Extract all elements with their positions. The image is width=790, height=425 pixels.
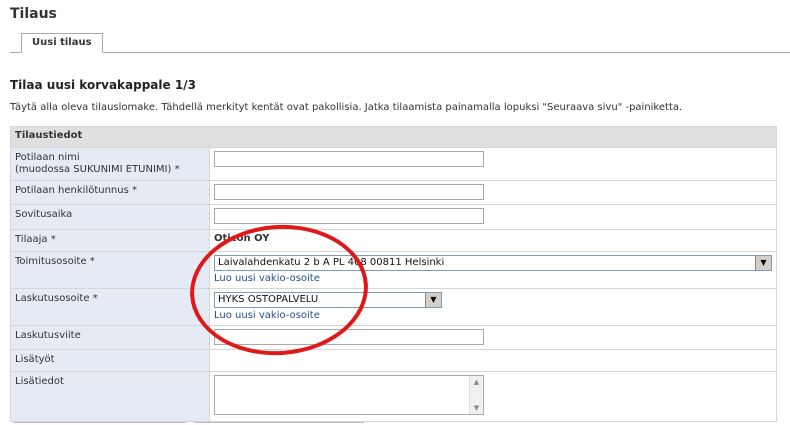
patient-name-label-line2: (muodossa SUKUNIMI ETUNIMI) *: [15, 164, 180, 175]
create-billing-address-link[interactable]: Luo uusi vakio-osoite: [214, 310, 772, 321]
page-title: Tilaus: [10, 6, 57, 22]
billing-address-select[interactable]: HYKS OSTOPALVELU ▼: [214, 292, 442, 308]
billing-address-label: Laskutusosoite *: [10, 288, 210, 326]
extra-info-label: Lisätiedot: [10, 371, 210, 422]
form-title: Tilaa uusi korvakappale 1/3: [10, 78, 196, 92]
patient-id-label: Potilaan henkilötunnus *: [10, 180, 210, 205]
extra-info-textarea[interactable]: ▲ ▼: [214, 375, 484, 415]
patient-name-label-line1: Potilaan nimi: [15, 152, 80, 163]
orderer-label: Tilaaja *: [10, 229, 210, 252]
scroll-down-icon[interactable]: ▼: [470, 404, 483, 412]
chevron-down-icon[interactable]: ▼: [425, 293, 441, 307]
order-details-header: Tilaustiedot: [10, 126, 777, 148]
bottom-divider: [14, 422, 186, 423]
delivery-address-select[interactable]: Laivalahdenkatu 2 b A PL 408 00811 Helsi…: [214, 255, 772, 271]
fitting-time-input[interactable]: [214, 208, 484, 224]
patient-id-input[interactable]: [214, 184, 484, 200]
scroll-up-icon[interactable]: ▲: [470, 378, 483, 386]
billing-reference-label: Laskutusviite: [10, 325, 210, 350]
patient-name-input[interactable]: [214, 151, 484, 167]
billing-address-selected: HYKS OSTOPALVELU: [218, 294, 319, 305]
extra-work-value: [209, 349, 777, 372]
order-form-table: Tilaustiedot Potilaan nimi (muodossa SUK…: [10, 126, 777, 422]
fitting-time-label: Sovitusaika: [10, 204, 210, 230]
patient-name-label: Potilaan nimi (muodossa SUKUNIMI ETUNIMI…: [10, 147, 210, 181]
billing-reference-input[interactable]: [214, 329, 484, 345]
tab-new-order[interactable]: Uusi tilaus: [21, 33, 103, 53]
delivery-address-label: Toimitusosoite *: [10, 251, 210, 289]
bottom-divider: [194, 422, 364, 423]
extra-work-label: Lisätyöt: [10, 349, 210, 372]
chevron-down-icon[interactable]: ▼: [755, 256, 771, 270]
create-delivery-address-link[interactable]: Luo uusi vakio-osoite: [214, 273, 772, 284]
delivery-address-selected: Laivalahdenkatu 2 b A PL 408 00811 Helsi…: [218, 257, 445, 268]
tab-bar: Uusi tilaus: [10, 33, 790, 53]
orderer-value: Oticon OY: [214, 233, 270, 244]
form-instructions: Täytä alla oleva tilauslomake. Tähdellä …: [10, 102, 683, 113]
textarea-scrollbar[interactable]: ▲ ▼: [469, 376, 483, 414]
